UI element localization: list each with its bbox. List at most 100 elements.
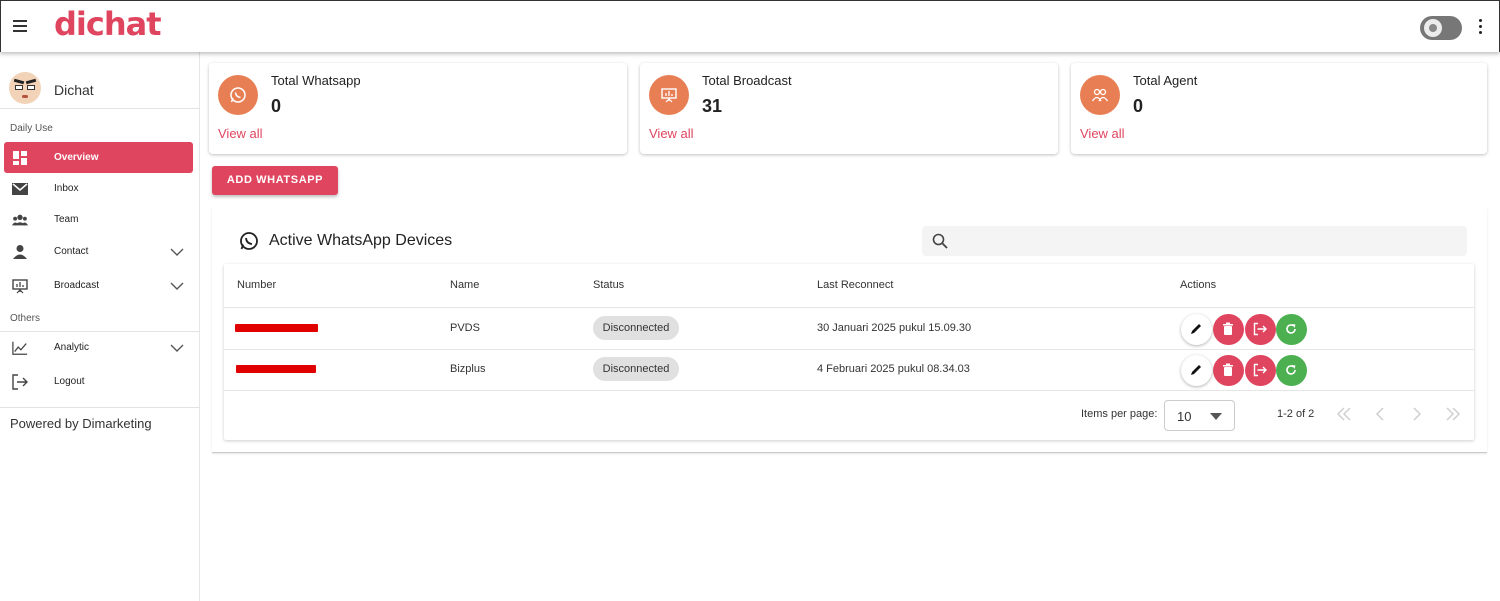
device-name: PVDS [450,322,480,334]
first-page-icon[interactable] [1334,404,1354,424]
sidebar-item-inbox[interactable]: Inbox [4,173,193,204]
delete-button[interactable] [1213,355,1244,386]
sidebar-item-logout[interactable]: Logout [4,366,193,397]
column-header-actions: Actions [1180,279,1217,291]
caret-down-icon [1210,413,1222,420]
sidebar-item-team[interactable]: Team [4,204,193,235]
logout-icon [1253,363,1267,377]
status-badge: Disconnected [593,316,679,340]
edit-button[interactable] [1181,314,1212,345]
user-profile[interactable]: Dichat [0,66,200,108]
powered-by: Powered by Dimarketing [10,416,152,431]
items-per-page-label: Items per page: [1081,408,1158,420]
disconnect-button[interactable] [1245,314,1276,345]
broadcast-icon [649,75,689,115]
sidebar-item-label: Inbox [54,183,79,194]
pencil-icon [1191,324,1201,334]
chevron-down-icon [170,282,184,290]
view-all-link[interactable]: View all [218,126,263,141]
search-input[interactable] [958,226,1458,256]
pagination-range: 1-2 of 2 [1277,408,1315,420]
divider [224,390,1474,391]
table-row: PVDS Disconnected 30 Januari 2025 pukul … [224,308,1474,349]
edit-button[interactable] [1181,355,1212,386]
stat-card-broadcast: Total Broadcast 31 View all [640,63,1058,154]
sidebar-item-analytic[interactable]: Analytic [4,332,193,363]
add-whatsapp-button[interactable]: ADD WHATSAPP [212,166,338,195]
pencil-icon [1191,365,1201,375]
stat-value: 0 [1133,96,1144,116]
avatar [9,72,41,104]
theme-toggle[interactable] [1420,16,1462,40]
status-badge: Disconnected [593,357,679,381]
section-label-daily: Daily Use [10,123,53,134]
stat-title: Total Whatsapp [271,73,361,88]
sidebar-item-contact[interactable]: Contact [4,236,193,267]
presentation-icon [12,279,28,294]
refresh-icon [1286,324,1296,334]
group-icon [12,214,28,226]
device-name: Bizplus [450,363,486,375]
reconnect-button[interactable] [1276,355,1307,386]
sidebar-item-label: Logout [54,376,85,387]
column-header-status[interactable]: Status [593,279,624,291]
sidebar-item-label: Analytic [54,342,90,353]
page-size-select[interactable]: 10 [1164,400,1235,431]
stat-title: Total Broadcast [702,73,792,88]
trash-icon [1223,363,1233,376]
refresh-icon [1286,365,1296,375]
user-name: Dichat [54,82,94,98]
devices-table: Number Name Status Last Reconnect Action… [224,264,1474,440]
previous-page-icon[interactable] [1370,404,1390,424]
app-logo[interactable]: dichat [54,5,162,43]
line-chart-icon [12,341,28,355]
delete-button[interactable] [1213,314,1244,345]
mail-icon [12,183,28,195]
section-label-others: Others [10,313,41,324]
disconnect-button[interactable] [1245,355,1276,386]
chevron-down-icon [170,344,184,352]
sidebar-item-label: Broadcast [54,280,100,291]
view-all-link[interactable]: View all [1080,126,1125,141]
sidebar-item-broadcast[interactable]: Broadcast [4,270,193,301]
whatsapp-icon [240,232,258,250]
devices-panel: Active WhatsApp Devices Number Name Stat… [212,207,1487,453]
panel-title: Active WhatsApp Devices [269,232,453,249]
sidebar-item-label: Contact [54,246,89,257]
last-page-icon[interactable] [1443,404,1463,424]
divider [0,407,200,408]
table-row: Bizplus Disconnected 4 Februari 2025 puk… [224,349,1474,390]
next-page-icon[interactable] [1407,404,1427,424]
stat-value: 31 [702,96,723,116]
last-reconnect: 30 Januari 2025 pukul 15.09.30 [817,322,972,334]
whatsapp-icon [218,75,258,115]
stat-card-agent: Total Agent 0 View all [1071,63,1487,154]
search-bar[interactable] [922,226,1467,256]
column-header-last-reconnect[interactable]: Last Reconnect [817,279,893,291]
logout-icon [12,374,28,390]
redacted-number [236,365,316,373]
person-icon [13,245,27,259]
view-all-link[interactable]: View all [649,126,694,141]
last-reconnect: 4 Februari 2025 pukul 08.34.03 [817,363,970,375]
sidebar: Dichat Daily Use Overview Inbox Team Con… [0,52,200,601]
stat-value: 0 [271,96,282,116]
column-header-name[interactable]: Name [450,279,479,291]
agents-icon [1080,75,1120,115]
search-icon [932,233,948,249]
more-vert-icon[interactable] [1479,19,1483,35]
menu-icon[interactable] [13,20,27,32]
reconnect-button[interactable] [1276,314,1307,345]
logout-icon [1253,322,1267,336]
trash-icon [1223,322,1233,335]
divider [0,108,200,109]
sidebar-item-overview[interactable]: Overview [4,142,193,173]
page-size-value: 10 [1177,409,1192,424]
redacted-number [235,324,318,332]
sidebar-item-label: Team [54,214,79,225]
sidebar-item-label: Overview [54,152,99,163]
stat-card-whatsapp: Total Whatsapp 0 View all [209,63,627,154]
chevron-down-icon [170,248,184,256]
settings-icon [1424,19,1442,37]
column-header-number[interactable]: Number [237,279,276,291]
